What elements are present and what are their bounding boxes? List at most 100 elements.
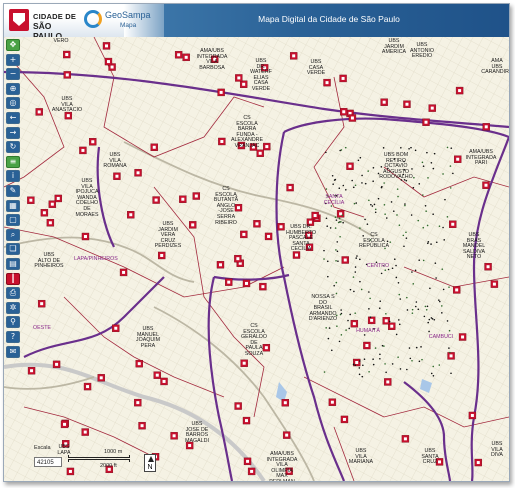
health-unit-marker-icon[interactable]	[134, 169, 142, 177]
map-label[interactable]: UBS DR. HUMBERTO PASCALE SANTA CECÍLIA	[281, 224, 321, 253]
health-unit-marker-icon[interactable]	[46, 219, 55, 227]
health-unit-marker-icon[interactable]	[217, 88, 225, 97]
health-unit-marker-icon[interactable]	[127, 211, 135, 219]
print-map-button[interactable]: ⎙	[6, 287, 20, 300]
health-unit-marker-icon[interactable]	[339, 74, 347, 83]
map-label[interactable]: OESTE	[22, 325, 62, 332]
health-unit-marker-icon[interactable]	[336, 210, 345, 218]
health-unit-marker-icon[interactable]	[150, 143, 158, 151]
health-unit-marker-icon[interactable]	[40, 209, 49, 217]
health-unit-marker-icon[interactable]	[311, 211, 319, 220]
map-label[interactable]: CS ESCOLA GERALDO DE PAULA SOUZA	[234, 323, 274, 358]
health-unit-marker-icon[interactable]	[225, 278, 233, 286]
map-label[interactable]: CS ESCOLA BUTANTÃ ANGLO -JOSE SERRA RIBE…	[206, 186, 246, 226]
map-label[interactable]: SANTA CECÍLIA	[314, 194, 354, 206]
health-unit-marker-icon[interactable]	[282, 431, 291, 439]
health-unit-marker-icon[interactable]	[179, 195, 187, 203]
health-unit-marker-icon[interactable]	[242, 416, 251, 425]
map-label[interactable]: UBS JOSE DE BARROS MAGALDI	[177, 421, 217, 444]
map-label[interactable]: UBS JARDIM VERA CRUZ PERDIZES	[148, 221, 188, 250]
health-unit-marker-icon[interactable]	[134, 398, 142, 407]
health-unit-marker-icon[interactable]	[218, 137, 226, 146]
map-label[interactable]: UBS BRÁS MANOEL SALDIVA NETO	[454, 232, 494, 261]
previous-extent-button[interactable]: ←	[6, 112, 20, 124]
health-unit-marker-icon[interactable]	[102, 42, 111, 50]
map-label[interactable]: UBS VILA ROMANA	[95, 152, 135, 170]
health-unit-marker-icon[interactable]	[240, 230, 248, 239]
map-label[interactable]: LAPA/PINHEIROS	[74, 256, 118, 263]
health-unit-marker-icon[interactable]	[89, 138, 97, 146]
health-unit-marker-icon[interactable]	[81, 232, 90, 241]
health-unit-marker-icon[interactable]	[83, 382, 92, 391]
city-logo[interactable]: CIDADE DE SÃO PAULO	[9, 8, 79, 41]
health-unit-marker-icon[interactable]	[81, 428, 89, 436]
layers-button[interactable]: ≡	[6, 155, 20, 168]
zoom-box-button[interactable]: ⊕	[6, 82, 20, 95]
map-label[interactable]: CENTRO	[358, 263, 398, 270]
map-label[interactable]: VERO	[41, 38, 81, 45]
health-unit-marker-icon[interactable]	[104, 57, 113, 66]
health-unit-marker-icon[interactable]	[216, 261, 225, 269]
health-unit-marker-icon[interactable]	[135, 359, 143, 368]
health-unit-marker-icon[interactable]	[243, 457, 252, 466]
map-canvas[interactable]: VERO UBS JARDIM AMERICA AMA/UBS INTEGRADA …	[4, 37, 509, 481]
health-unit-marker-icon[interactable]	[247, 467, 256, 476]
health-unit-marker-icon[interactable]	[152, 196, 160, 204]
health-unit-marker-icon[interactable]	[484, 263, 492, 271]
health-unit-marker-icon[interactable]	[382, 317, 390, 325]
health-unit-marker-icon[interactable]	[174, 51, 183, 59]
select-button[interactable]: ▢	[6, 214, 20, 227]
map-label[interactable]: UBS DR. WATERF ELIAS CASA VERDE	[241, 58, 281, 93]
zoom-out-button[interactable]: −	[6, 68, 20, 81]
health-unit-marker-icon[interactable]	[340, 108, 348, 116]
health-unit-marker-icon[interactable]	[189, 221, 197, 229]
print-button[interactable]: ▤	[6, 258, 20, 270]
map-label[interactable]: UBS VILA MARIANA	[341, 448, 381, 466]
map-label[interactable]: AMA UBS CARANDIRU	[477, 58, 509, 76]
health-unit-marker-icon[interactable]	[63, 50, 71, 59]
health-unit-marker-icon[interactable]	[455, 86, 464, 95]
map-label[interactable]: NOSSA S DO BRASIL ARMANDO D'ARIENZO	[303, 294, 343, 323]
health-unit-marker-icon[interactable]	[380, 98, 388, 106]
health-unit-marker-icon[interactable]	[449, 220, 457, 228]
health-unit-marker-icon[interactable]	[27, 196, 35, 204]
health-unit-marker-icon[interactable]	[401, 435, 410, 443]
table-button[interactable]: ▦	[6, 199, 20, 212]
map-label[interactable]: UBS VILA ANASTACIO	[47, 96, 87, 114]
health-unit-marker-icon[interactable]	[97, 374, 105, 382]
health-unit-marker-icon[interactable]	[157, 251, 166, 260]
health-unit-marker-icon[interactable]	[482, 181, 490, 189]
map-label[interactable]: AMA/UBS INTEGRADA VILA BARBOSA	[192, 48, 232, 71]
help-button[interactable]: ?	[6, 331, 20, 343]
map-label[interactable]: UBS CASA VERDE	[296, 59, 336, 77]
bookmark-button[interactable]: ❏	[6, 243, 20, 256]
health-unit-marker-icon[interactable]	[79, 146, 87, 155]
health-unit-marker-icon[interactable]	[363, 341, 371, 350]
identify-button[interactable]: ✎	[6, 185, 20, 197]
geosampa-logo[interactable]: GeoSampa Mapa	[84, 6, 159, 35]
health-unit-marker-icon[interactable]	[468, 411, 477, 420]
settings-button[interactable]: ✲	[6, 301, 20, 314]
health-unit-marker-icon[interactable]	[153, 371, 161, 379]
health-unit-marker-icon[interactable]	[490, 280, 499, 288]
health-unit-marker-icon[interactable]	[281, 399, 290, 407]
map-label[interactable]: UBS MANUEL JOAQUIM PERA	[128, 326, 168, 349]
health-unit-marker-icon[interactable]	[113, 172, 121, 180]
map-label[interactable]: AMA/UBS INTEGRADA VILA OLIMPIA MAX PERLM…	[262, 451, 302, 481]
health-unit-marker-icon[interactable]	[259, 282, 267, 291]
zoom-in-button[interactable]: +	[6, 53, 20, 66]
health-unit-marker-icon[interactable]	[323, 78, 331, 87]
health-unit-marker-icon[interactable]	[35, 108, 43, 116]
health-unit-marker-icon[interactable]	[350, 319, 359, 328]
health-unit-marker-icon[interactable]	[348, 114, 357, 122]
map-label[interactable]: HUMAITÁ	[348, 328, 388, 335]
map-label[interactable]: UBS ANTONIO EREDIO	[402, 42, 442, 60]
health-unit-marker-icon[interactable]	[52, 360, 61, 369]
health-unit-marker-icon[interactable]	[286, 183, 294, 192]
health-unit-marker-icon[interactable]	[482, 123, 490, 131]
health-unit-marker-icon[interactable]	[340, 415, 349, 424]
health-unit-marker-icon[interactable]	[119, 268, 128, 277]
refresh-button[interactable]: ↻	[6, 141, 20, 154]
health-unit-marker-icon[interactable]	[447, 352, 455, 360]
health-unit-marker-icon[interactable]	[160, 377, 168, 386]
